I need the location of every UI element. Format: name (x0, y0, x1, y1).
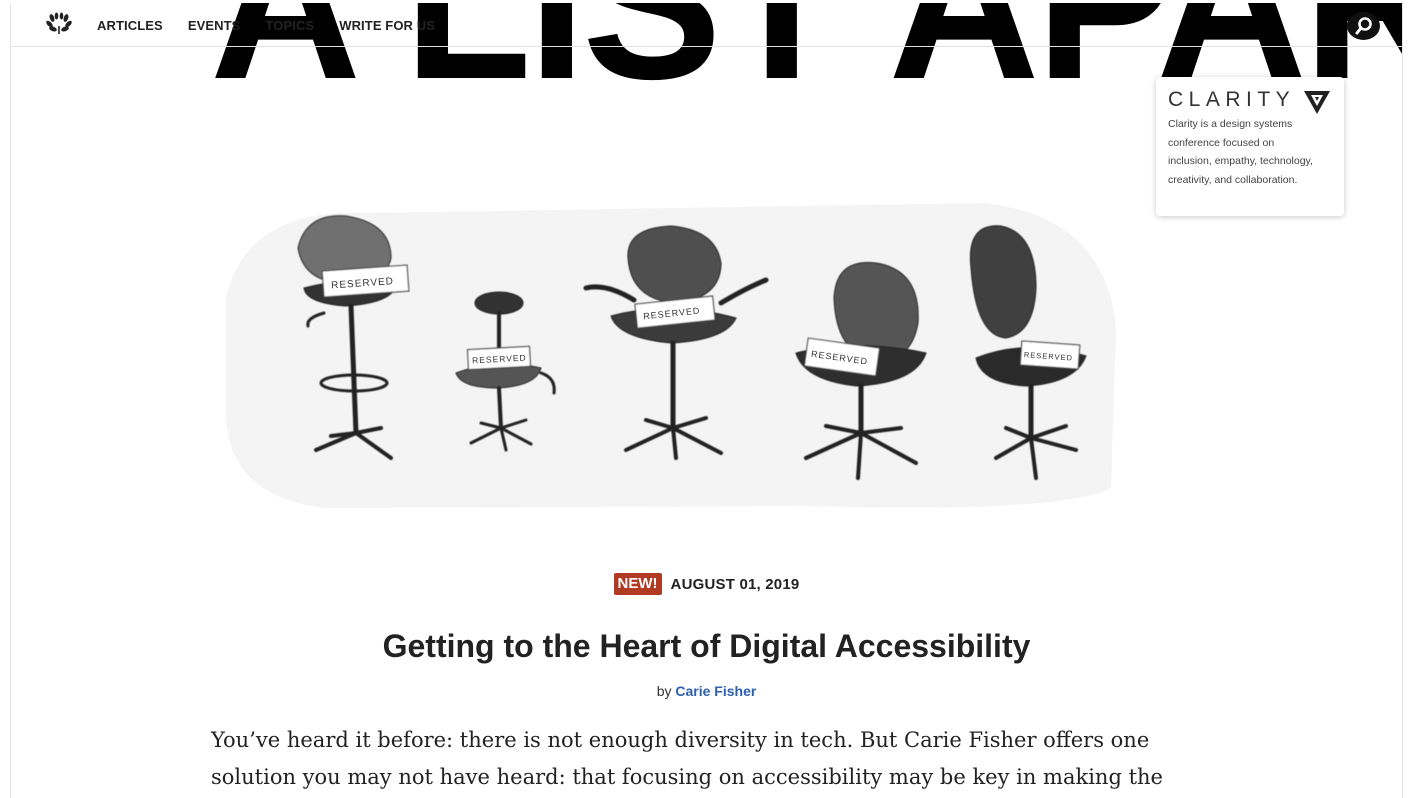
article-byline: by Carie Fisher (11, 683, 1402, 699)
byline-prefix: by (656, 683, 672, 699)
nav-link-events[interactable]: EVENTS (188, 18, 241, 33)
nav-link-write-for-us[interactable]: WRITE FOR US (339, 18, 435, 33)
article-excerpt: You’ve heard it before: there is not eno… (211, 728, 1163, 789)
new-badge: NEW! (613, 573, 662, 595)
nav-link-topics[interactable]: TOPICS (265, 18, 314, 33)
laurel-wreath-icon[interactable] (46, 12, 72, 36)
author-link[interactable]: Carie Fisher (675, 683, 756, 699)
article-date: AUGUST 01, 2019 (670, 575, 800, 593)
clarity-logo-icon (1304, 91, 1330, 114)
search-icon (1355, 17, 1372, 35)
top-navigation: ARTICLES EVENTS TOPICS WRITE FOR US (11, 3, 1402, 47)
nav-link-articles[interactable]: ARTICLES (97, 18, 163, 33)
search-button[interactable] (1347, 12, 1380, 40)
article-meta: NEW! AUGUST 01, 2019 (11, 573, 1402, 595)
reserved-chairs-illustration: RESERVED RESERVED RESERVED RESERVED RESE… (226, 203, 1116, 508)
sponsor-card[interactable]: CLARITY Clarity is a design systems conf… (1156, 77, 1344, 216)
article-title[interactable]: Getting to the Heart of Digital Accessib… (11, 628, 1402, 665)
nav-links: ARTICLES EVENTS TOPICS WRITE FOR US (97, 18, 460, 33)
page-frame: A LIST APART ARTICLES EVENTS TOPICS WRIT… (10, 3, 1403, 798)
sponsor-description: Clarity is a design systems conference f… (1168, 118, 1313, 186)
